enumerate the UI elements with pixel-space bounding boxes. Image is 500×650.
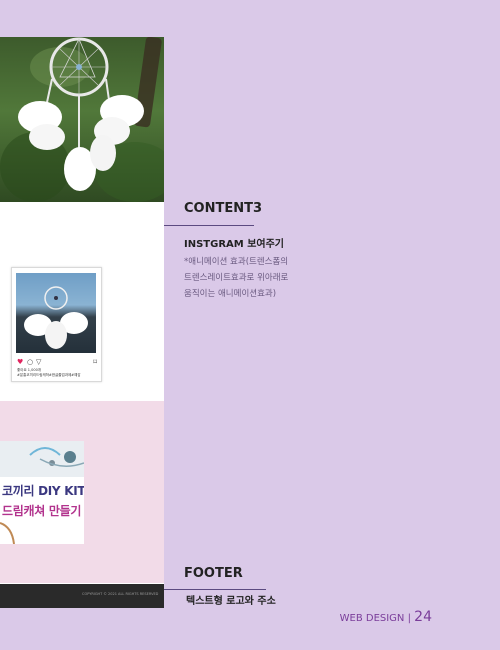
content3-desc-line-2: 트렌스레이트효과로 위아래로	[184, 273, 289, 283]
hero-image-dreamcatcher	[0, 37, 164, 202]
post-actions: ♥ ○ ▽ ⌑	[17, 358, 97, 366]
page-label: WEB DESIGN	[339, 613, 405, 624]
bookmark-icon[interactable]: ⌑	[93, 358, 97, 366]
website-mockup: ♥ ○ ▽ ⌑ 좋아요 1,000개 #분홍코끼리드림캐쳐#한글졸업과제#예감 …	[0, 37, 164, 608]
heart-icon[interactable]: ♥	[17, 358, 23, 366]
footer-subheading: 텍스트형 로고와 주소	[186, 596, 276, 607]
page-number-value: 24	[414, 609, 432, 625]
post-hashtags: #분홍코끼리드림캐쳐#한글졸업과제#예감	[17, 373, 81, 377]
hoop-graphic	[0, 522, 15, 544]
pink-section: 코끼리 DIY KIT 드림캐쳐 만들기	[0, 401, 164, 583]
comment-icon[interactable]: ○	[27, 358, 33, 366]
page-number: WEB DESIGN | 24	[340, 609, 432, 625]
footer-heading: FOOTER	[184, 566, 243, 581]
content3-divider	[164, 225, 254, 226]
content3-desc-line-1: *애니메이션 효과(트렌스폼의	[184, 257, 289, 267]
dreamcatcher-graphic	[24, 286, 88, 349]
content3-heading: CONTENT3	[184, 201, 263, 216]
page-separator: |	[407, 613, 411, 624]
mock-footer-bar: COPYRIGHT © 2021 ALL RIGHTS RESERVED	[0, 584, 164, 608]
instagram-post-card[interactable]: ♥ ○ ▽ ⌑ 좋아요 1,000개 #분홍코끼리드림캐쳐#한글졸업과제#예감	[11, 267, 102, 382]
dreamcatcher-graphic	[18, 37, 144, 191]
share-icon[interactable]: ▽	[36, 358, 41, 366]
kit-banner[interactable]: 코끼리 DIY KIT 드림캐쳐 만들기	[0, 441, 84, 544]
mock-footer-text: COPYRIGHT © 2021 ALL RIGHTS RESERVED	[82, 592, 159, 596]
content3-desc-line-3: 움직이는 애니메이션효과)	[184, 289, 277, 299]
content3-subheading: INSTGRAM 보여주기	[184, 239, 284, 250]
post-image	[16, 273, 96, 353]
footer-divider	[164, 589, 266, 590]
